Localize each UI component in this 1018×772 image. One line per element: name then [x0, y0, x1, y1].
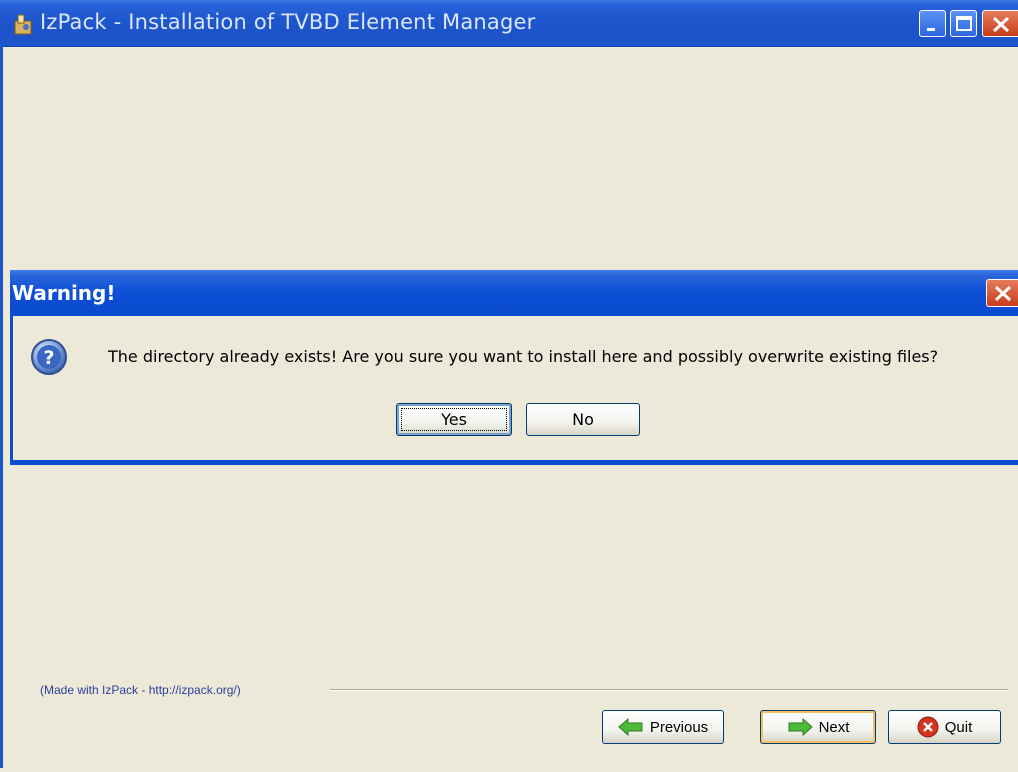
dialog-border — [10, 316, 13, 462]
quit-button[interactable]: Quit — [888, 710, 1001, 744]
close-icon — [994, 285, 1012, 302]
footer-separator — [330, 689, 1008, 691]
arrow-left-icon — [618, 718, 643, 736]
close-icon — [992, 16, 1010, 33]
minimize-icon — [927, 28, 935, 31]
window-bottom-border — [0, 768, 1018, 772]
made-with-label: (Made with IzPack - http://izpack.org/) — [40, 683, 241, 697]
dialog-title: Warning! — [12, 281, 116, 305]
next-button[interactable]: Next — [760, 710, 876, 744]
previous-label: Previous — [649, 718, 709, 736]
quit-label: Quit — [944, 718, 973, 736]
stop-icon — [917, 716, 939, 738]
arrow-right-icon — [788, 718, 813, 736]
window-border — [0, 46, 3, 772]
previous-button[interactable]: Previous — [602, 710, 724, 744]
dialog-bottom-border — [10, 460, 1018, 465]
no-label: No — [572, 410, 594, 429]
maximize-icon — [956, 16, 972, 31]
focus-ring — [401, 408, 507, 431]
window-title: IzPack - Installation of TVBD Element Ma… — [40, 10, 536, 34]
dialog-titlebar[interactable]: Warning! — [10, 270, 1018, 316]
dialog-message: The directory already exists! Are you su… — [108, 347, 939, 366]
no-button[interactable]: No — [526, 403, 640, 436]
app-icon — [14, 14, 32, 35]
svg-text:?: ? — [43, 347, 54, 369]
question-icon: ? — [31, 339, 67, 375]
maximize-button[interactable] — [950, 10, 977, 37]
close-button[interactable] — [982, 10, 1018, 37]
dialog-close-button[interactable] — [986, 279, 1018, 307]
next-label: Next — [818, 718, 850, 736]
window-titlebar[interactable]: IzPack - Installation of TVBD Element Ma… — [0, 0, 1018, 47]
minimize-button[interactable] — [919, 10, 946, 37]
warning-dialog: Warning! ? The directory already exists!… — [10, 270, 1018, 465]
yes-button[interactable]: Yes — [396, 403, 512, 436]
